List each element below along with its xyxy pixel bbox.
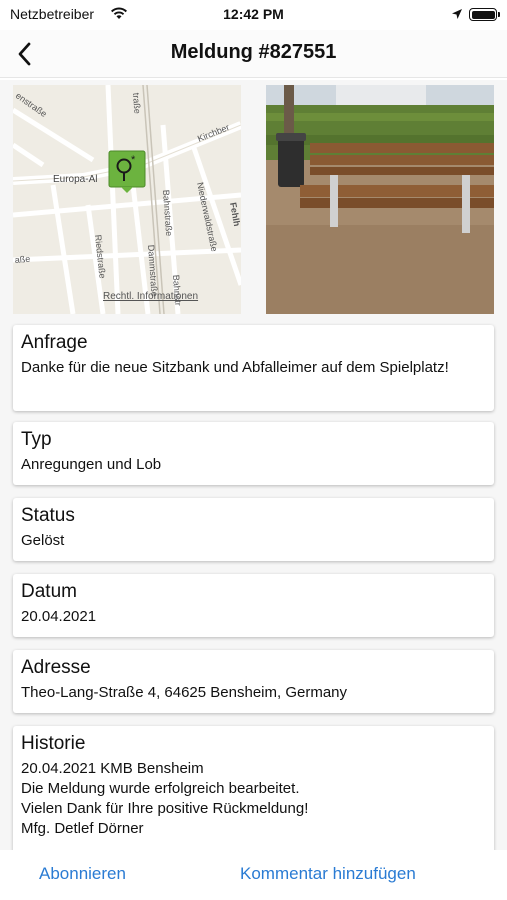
card-datum: Datum 20.04.2021 [13,574,494,637]
card-historie: Historie 20.04.2021 KMB Bensheim Die Mel… [13,726,494,850]
status-bar: Netzbetreiber 12:42 PM [0,0,507,30]
anfrage-heading: Anfrage [21,332,88,353]
battery-icon [469,8,500,21]
historie-line: 20.04.2021 KMB Bensheim [21,760,204,777]
add-comment-button[interactable]: Kommentar hinzufügen [240,864,416,884]
bottom-action-bar: Abonnieren Kommentar hinzufügen [0,850,507,900]
subscribe-button[interactable]: Abonnieren [39,864,126,884]
map-street-label: aße [14,254,30,265]
page-title: Meldung #827551 [170,41,337,63]
datum-heading: Datum [21,581,77,602]
map-street-label: Europa-Al [53,174,97,185]
status-value: Gelöst [21,532,65,549]
historie-line: Mfg. Detlef Dörner [21,820,144,837]
card-adresse: Adresse Theo-Lang-Straße 4, 64625 Benshe… [13,650,494,713]
svg-text:*: * [131,154,136,166]
map-pin-icon[interactable]: * [108,150,146,193]
anfrage-value: Danke für die neue Sitzbank und Abfallei… [21,359,449,376]
historie-heading: Historie [21,733,86,754]
location-map[interactable]: enstraße Kirchber Europa-Al Bahnstraße N… [13,85,241,314]
navigation-bar: Meldung #827551 [0,30,507,78]
card-status: Status Gelöst [13,498,494,561]
adresse-value: Theo-Lang-Straße 4, 64625 Bensheim, Germ… [21,684,348,701]
card-anfrage: Anfrage Danke für die neue Sitzbank und … [13,325,494,411]
datum-value: 20.04.2021 [21,608,97,625]
map-street-label: traße [131,92,142,114]
card-typ: Typ Anregungen und Lob [13,422,494,485]
typ-value: Anregungen und Lob [21,456,162,473]
historie-line: Die Meldung wurde erfolgreich bearbeitet… [21,780,300,797]
adresse-heading: Adresse [21,657,91,678]
historie-line: Vielen Dank für Ihre positive Rückmeldun… [21,800,309,817]
location-arrow-icon [451,7,463,23]
report-photo[interactable] [266,85,494,314]
report-detail-content[interactable]: enstraße Kirchber Europa-Al Bahnstraße N… [0,80,507,850]
media-row: enstraße Kirchber Europa-Al Bahnstraße N… [13,85,494,314]
map-legal-link[interactable]: Rechtl. Informationen [103,291,198,302]
clock: 12:42 PM [223,6,284,22]
status-heading: Status [21,505,75,526]
typ-heading: Typ [21,429,52,450]
